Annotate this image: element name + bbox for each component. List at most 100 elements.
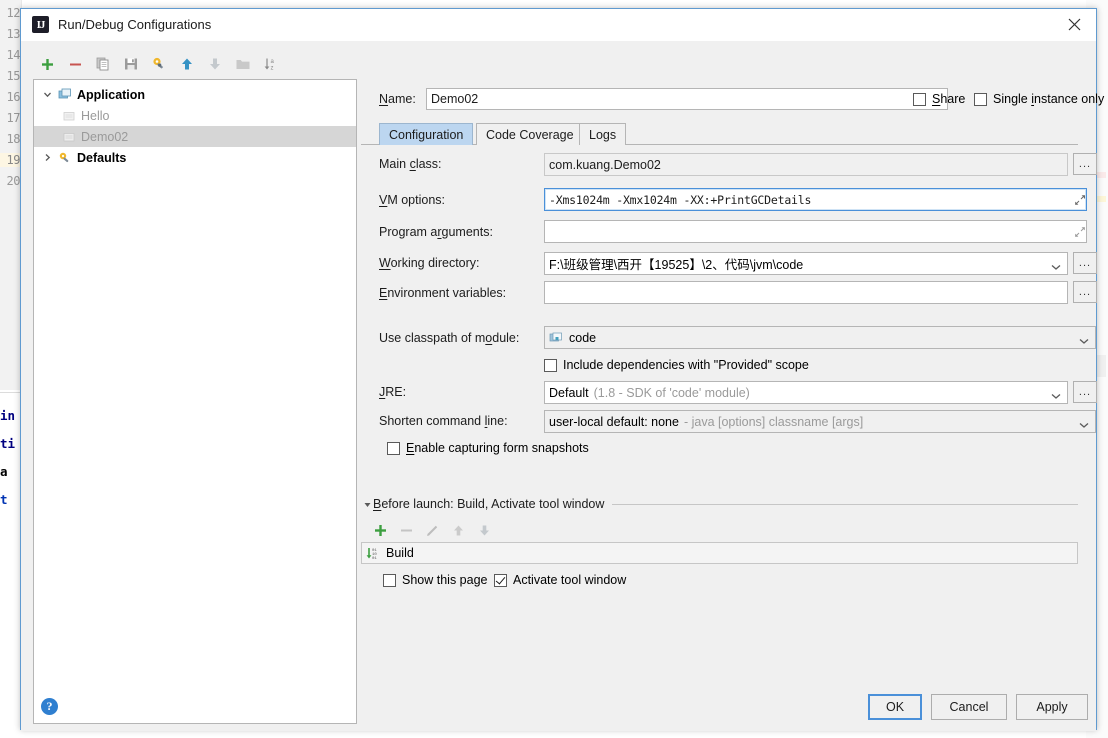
editor-line-number: 20 (6, 174, 21, 188)
add-configuration-button[interactable] (33, 52, 61, 76)
copy-configuration-button[interactable] (89, 52, 117, 76)
name-label-rest: ame: (388, 92, 416, 106)
include-provided-checkbox[interactable]: Include dependencies with "Provided" sco… (544, 358, 809, 372)
share-checkbox-box[interactable] (913, 92, 926, 106)
bl-move-down-button[interactable] (471, 519, 497, 541)
run-config-icon (60, 129, 78, 145)
tree-node-label: Demo02 (81, 129, 129, 144)
shorten-command-line-label: Shorten command line: (379, 414, 508, 428)
tab-code-coverage[interactable]: Code Coverage (476, 123, 584, 145)
collapse-triangle-icon[interactable] (361, 500, 373, 509)
vm-options-input[interactable]: -Xms1024m -Xmx1024m -XX:+PrintGCDetails (544, 188, 1087, 211)
editor-code-fragment: t (0, 492, 8, 507)
name-label: Name: (379, 92, 416, 106)
sort-configurations-button[interactable]: a z (257, 52, 285, 76)
configurations-tree[interactable]: Application Hello Demo02 Defaults (33, 79, 357, 724)
chevron-down-icon[interactable] (1078, 334, 1090, 344)
tree-node-application[interactable]: Application (34, 84, 356, 105)
share-label: Share (932, 92, 966, 106)
save-configuration-button[interactable] (117, 52, 145, 76)
module-icon (549, 331, 563, 345)
move-down-button[interactable] (201, 52, 229, 76)
chevron-right-icon[interactable] (38, 153, 56, 162)
folder-icon[interactable] (229, 52, 257, 76)
show-this-page-checkbox-box[interactable] (383, 573, 396, 587)
shorten-command-line-value: user-local default: none (549, 414, 679, 429)
chevron-down-icon[interactable] (38, 90, 56, 99)
help-label: ? (46, 699, 53, 713)
svg-text:01: 01 (372, 557, 377, 560)
shorten-command-line-suffix: - java [options] classname [args] (683, 414, 864, 429)
close-icon[interactable] (1052, 9, 1096, 40)
program-arguments-expand-icon[interactable] (1073, 225, 1087, 239)
svg-text:a: a (271, 59, 275, 65)
activate-tool-window-checkbox[interactable]: Activate tool window (494, 573, 626, 587)
main-class-input[interactable]: com.kuang.Demo02 (544, 153, 1068, 176)
name-input[interactable]: Demo02 (426, 88, 948, 110)
main-class-browse-button[interactable]: ... (1073, 153, 1097, 175)
jre-combobox[interactable]: Default (1.8 - SDK of 'code' module) (544, 381, 1068, 404)
shorten-command-line-combobox[interactable]: user-local default: none - java [options… (544, 410, 1096, 433)
pencil-icon[interactable] (419, 519, 445, 541)
cancel-button[interactable]: Cancel (931, 694, 1007, 720)
tree-node-hello[interactable]: Hello (34, 105, 356, 126)
classpath-module-combobox[interactable]: code (544, 326, 1096, 349)
working-directory-browse-button[interactable]: ... (1073, 252, 1097, 274)
environment-variables-input[interactable] (544, 281, 1068, 304)
configurations-toolbar: a z (33, 51, 353, 77)
jre-browse-button[interactable]: ... (1073, 381, 1097, 403)
working-directory-combobox[interactable]: F:\班级管理\西开【19525】\2、代码\jvm\code (544, 252, 1068, 275)
ok-button[interactable]: OK (868, 694, 922, 720)
compile-icon: 01 10 01 (366, 546, 380, 560)
edit-templates-button[interactable] (145, 52, 173, 76)
before-launch-header[interactable]: Before launch: Build, Activate tool wind… (361, 496, 1078, 512)
enable-capturing-checkbox[interactable]: Enable capturing form snapshots (387, 441, 589, 455)
tab-configuration[interactable]: Configuration (379, 123, 474, 145)
bl-move-up-button[interactable] (445, 519, 471, 541)
chevron-down-icon[interactable] (1050, 260, 1062, 270)
activate-tool-window-label: Activate tool window (513, 573, 627, 587)
help-button[interactable]: ? (41, 698, 58, 715)
include-provided-label: Include dependencies with "Provided" sco… (563, 358, 809, 372)
program-arguments-input[interactable] (544, 220, 1087, 243)
editor-line-number: 14 (6, 48, 21, 62)
editor-line-number: 12 (6, 6, 21, 20)
tree-node-defaults[interactable]: Defaults (34, 147, 356, 168)
editor-gutter-divider (0, 392, 22, 393)
tab-label: Configuration (389, 127, 464, 142)
vm-options-value: -Xms1024m -Xmx1024m -XX:+PrintGCDetails (549, 192, 812, 207)
run-config-icon (60, 108, 78, 124)
main-class-label: Main class: (379, 157, 442, 171)
before-launch-separator (612, 503, 1078, 505)
main-class-value: com.kuang.Demo02 (549, 157, 661, 172)
tree-node-demo02[interactable]: Demo02 (34, 126, 356, 147)
tree-node-label: Defaults (77, 150, 127, 165)
apply-label: Apply (1036, 700, 1068, 714)
bl-add-button[interactable] (367, 519, 393, 541)
before-launch-list[interactable]: 01 10 01 Build (361, 542, 1078, 564)
remove-configuration-button[interactable] (61, 52, 89, 76)
share-checkbox[interactable]: Share (913, 92, 965, 106)
vm-options-expand-icon[interactable] (1073, 193, 1087, 207)
chevron-down-icon[interactable] (1050, 389, 1062, 399)
include-provided-checkbox-box[interactable] (544, 358, 557, 372)
editor-top-area (22, 0, 1108, 8)
environment-variables-browse-button[interactable]: ... (1073, 281, 1097, 303)
show-this-page-checkbox[interactable]: Show this page (383, 573, 487, 587)
tab-label: Code Coverage (486, 127, 574, 142)
bl-remove-button[interactable] (393, 519, 419, 541)
configuration-pane: Name: Demo02 Share Single instance only … (361, 41, 1104, 731)
chevron-down-icon[interactable] (1078, 418, 1090, 428)
jre-label: JRE: (379, 385, 407, 399)
editor-line-number: 13 (6, 27, 21, 41)
apply-button[interactable]: Apply (1016, 694, 1088, 720)
name-value: Demo02 (431, 92, 479, 106)
enable-capturing-label: Enable capturing form snapshots (406, 441, 589, 455)
single-instance-checkbox-box[interactable] (974, 92, 987, 106)
enable-capturing-checkbox-box[interactable] (387, 441, 400, 455)
working-directory-label: Working directory: (379, 256, 480, 270)
move-up-button[interactable] (173, 52, 201, 76)
activate-tool-window-checkbox-box[interactable] (494, 573, 507, 587)
single-instance-checkbox[interactable]: Single instance only (974, 92, 1104, 106)
tab-logs[interactable]: Logs (579, 123, 627, 145)
